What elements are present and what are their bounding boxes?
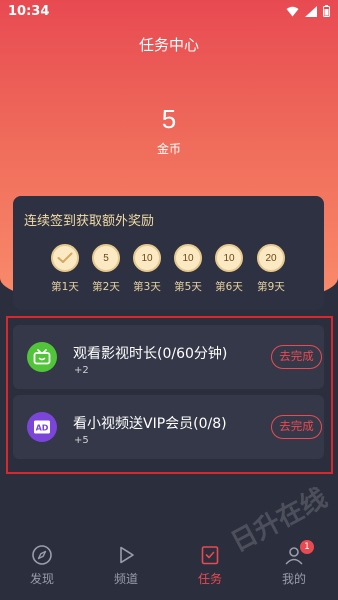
tv-icon xyxy=(27,342,57,372)
signin-day[interactable]: 10 第3天 xyxy=(131,244,163,294)
status-time: 10:34 xyxy=(8,4,50,19)
signin-day-label: 第9天 xyxy=(257,281,285,293)
signin-day-reward: 20 xyxy=(257,244,285,272)
bottom-tab-bar: 发现 频道 任务 1 我的 xyxy=(0,534,338,600)
ad-icon: AD xyxy=(27,412,57,442)
battery-icon xyxy=(323,5,330,17)
status-bar: 10:34 xyxy=(0,0,338,24)
signin-day-reward: 10 xyxy=(133,244,161,272)
checkmark-icon xyxy=(51,244,79,272)
signin-days: 第1天 5 第2天 10 第3天 10 第5天 10 第6天 20 第9天 xyxy=(49,244,309,300)
signal-icon xyxy=(305,5,317,17)
signin-day[interactable]: 第1天 xyxy=(49,244,81,294)
signin-day[interactable]: 10 第6天 xyxy=(213,244,245,294)
signin-card: 连续签到获取额外奖励 第1天 5 第2天 10 第3天 10 第5天 10 第6… xyxy=(13,196,324,310)
play-icon xyxy=(96,544,156,566)
notification-badge: 1 xyxy=(300,540,314,554)
task-reward: +2 xyxy=(74,365,89,376)
signin-day-reward: 5 xyxy=(92,244,120,272)
complete-task-button[interactable]: 去完成 xyxy=(271,415,322,439)
tab-label: 频道 xyxy=(113,572,138,586)
signin-day[interactable]: 20 第9天 xyxy=(255,244,287,294)
signin-day-label: 第3天 xyxy=(133,281,161,293)
coin-count: 5 xyxy=(161,104,177,134)
complete-task-button[interactable]: 去完成 xyxy=(271,345,322,369)
tab-label: 发现 xyxy=(29,572,54,586)
tab-profile[interactable]: 1 我的 xyxy=(264,540,324,587)
tab-task[interactable]: 任务 xyxy=(180,544,240,587)
svg-text:AD: AD xyxy=(36,424,49,433)
wifi-icon xyxy=(286,6,299,17)
task-title: 看小视频送VIP会员(0/8) xyxy=(73,416,227,432)
profile-icon xyxy=(264,544,324,566)
tab-label: 任务 xyxy=(197,572,222,586)
tab-channel[interactable]: 频道 xyxy=(96,544,156,587)
task-reward: +5 xyxy=(74,435,89,446)
coin-label: 金币 xyxy=(156,142,181,156)
signin-day-label: 第1天 xyxy=(51,281,79,293)
signin-day[interactable]: 5 第2天 xyxy=(90,244,122,294)
task-item-watch-video: 观看影视时长(0/60分钟) +2 去完成 xyxy=(13,325,324,389)
signin-day-reward: 10 xyxy=(215,244,243,272)
tab-label: 我的 xyxy=(281,572,306,586)
signin-day-label: 第6天 xyxy=(215,281,243,293)
tab-discover[interactable]: 发现 xyxy=(12,544,72,587)
signin-day[interactable]: 10 第5天 xyxy=(172,244,204,294)
page-title: 任务中心 xyxy=(138,36,199,54)
signin-day-label: 第2天 xyxy=(92,281,120,293)
task-item-short-video: AD 看小视频送VIP会员(0/8) +5 去完成 xyxy=(13,395,324,459)
signin-title: 连续签到获取额外奖励 xyxy=(24,214,155,229)
task-title: 观看影视时长(0/60分钟) xyxy=(73,346,228,362)
compass-icon xyxy=(12,544,72,566)
signin-day-label: 第5天 xyxy=(174,281,202,293)
task-icon xyxy=(180,544,240,566)
signin-day-reward: 10 xyxy=(174,244,202,272)
status-icons xyxy=(286,5,330,17)
